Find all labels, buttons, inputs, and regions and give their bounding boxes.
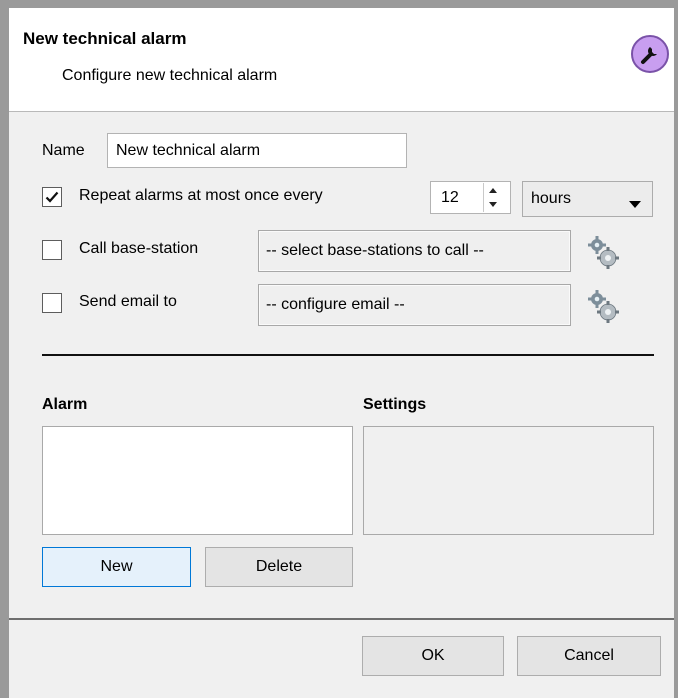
- gear-icon[interactable]: [585, 288, 623, 331]
- alarm-section-title: Alarm: [42, 396, 88, 413]
- repeat-checkbox[interactable]: [42, 187, 62, 207]
- window-frame-right: [674, 0, 678, 698]
- window-frame-left: [0, 0, 9, 698]
- alarm-list[interactable]: [42, 426, 353, 535]
- repeat-unit-value: hours: [531, 190, 572, 207]
- spin-down-icon[interactable]: [484, 198, 502, 212]
- dialog-title: New technical alarm: [23, 29, 187, 48]
- repeat-interval-stepper[interactable]: 12: [430, 181, 511, 214]
- window-frame-top: [0, 0, 678, 8]
- email-select[interactable]: -- configure email --: [258, 284, 571, 326]
- footer-divider: [9, 618, 674, 620]
- ok-button[interactable]: OK: [362, 636, 504, 676]
- send-email-label: Send email to: [79, 293, 177, 310]
- base-station-select[interactable]: -- select base-stations to call --: [258, 230, 571, 272]
- settings-section-title: Settings: [363, 396, 427, 413]
- name-input[interactable]: New technical alarm: [107, 133, 407, 168]
- chevron-down-icon: [629, 196, 641, 214]
- delete-alarm-button[interactable]: Delete: [205, 547, 353, 587]
- call-base-station-checkbox[interactable]: [42, 240, 62, 260]
- dialog-header: New technical alarm Configure new techni…: [9, 8, 674, 112]
- spin-up-icon[interactable]: [484, 183, 502, 197]
- name-label: Name: [42, 142, 85, 159]
- section-divider: [42, 354, 654, 356]
- new-alarm-button[interactable]: New: [42, 547, 191, 587]
- call-base-station-label: Call base-station: [79, 240, 199, 257]
- gear-icon[interactable]: [585, 234, 623, 277]
- stepper-buttons: [483, 183, 502, 212]
- repeat-label: Repeat alarms at most once every: [79, 187, 323, 204]
- repeat-unit-dropdown[interactable]: hours: [522, 181, 653, 217]
- cancel-button[interactable]: Cancel: [517, 636, 661, 676]
- send-email-checkbox[interactable]: [42, 293, 62, 313]
- dialog-subtitle: Configure new technical alarm: [62, 67, 278, 84]
- wrench-icon: [631, 35, 669, 73]
- settings-panel: [363, 426, 654, 535]
- repeat-interval-value: 12: [441, 189, 459, 206]
